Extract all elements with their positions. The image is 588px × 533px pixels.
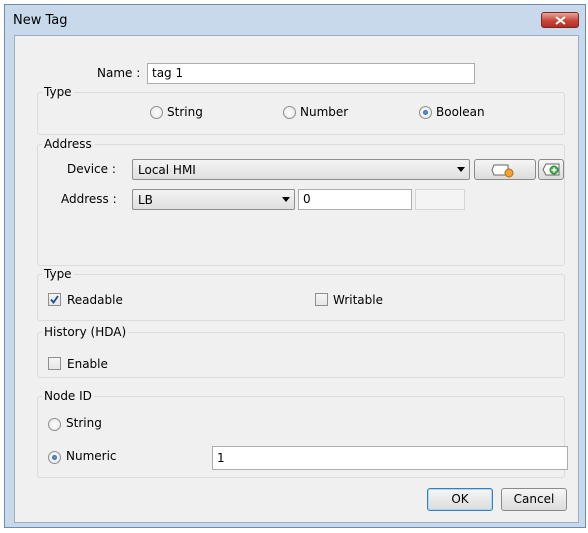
node-string-radio[interactable] [48, 418, 61, 431]
writable-label[interactable]: Writable [333, 293, 383, 307]
name-label: Name : [97, 66, 141, 80]
enable-history-checkbox[interactable] [48, 357, 61, 370]
address-input[interactable]: 0 [298, 189, 412, 210]
new-device-button[interactable] [538, 159, 564, 180]
dialog-body: Name : tag 1 Type String Number Boolean … [14, 35, 579, 523]
checkmark-icon [50, 295, 59, 304]
type-string-radio[interactable] [150, 106, 163, 119]
history-group-legend: History (HDA) [42, 325, 129, 339]
writable-checkbox[interactable] [315, 293, 328, 306]
address-extra-field [415, 189, 465, 210]
node-numeric-input[interactable]: 1 [212, 446, 568, 470]
node-numeric-label[interactable]: Numeric [66, 449, 117, 463]
device-label: Device : [67, 162, 116, 176]
type-string-label[interactable]: String [167, 105, 203, 119]
close-icon [555, 16, 566, 25]
close-button[interactable] [541, 12, 579, 28]
tag-settings-icon [491, 164, 514, 178]
name-input[interactable]: tag 1 [147, 63, 475, 84]
type-boolean-label[interactable]: Boolean [436, 105, 485, 119]
access-group-legend: Type [42, 267, 74, 281]
type-number-radio[interactable] [283, 106, 296, 119]
new-tag-dialog: New Tag Name : tag 1 Type String Number … [4, 4, 586, 528]
type-number-label[interactable]: Number [300, 105, 348, 119]
title-bar[interactable]: New Tag [5, 5, 585, 33]
node-numeric-radio[interactable] [48, 451, 61, 464]
readable-label[interactable]: Readable [67, 293, 123, 307]
node-id-group-legend: Node ID [42, 389, 94, 403]
chevron-down-icon [457, 167, 465, 172]
device-select-value: Local HMI [138, 163, 196, 177]
address-label: Address : [61, 192, 117, 206]
device-settings-button[interactable] [474, 159, 536, 180]
type-boolean-radio[interactable] [419, 106, 432, 119]
address-type-value: LB [138, 193, 153, 207]
node-string-label[interactable]: String [66, 416, 102, 430]
type-group-legend: Type [42, 85, 74, 99]
address-group-legend: Address [42, 137, 94, 151]
add-tag-icon [542, 163, 560, 176]
device-select[interactable]: Local HMI [132, 159, 470, 180]
address-type-select[interactable]: LB [132, 189, 295, 210]
ok-button[interactable]: OK [427, 488, 493, 511]
readable-checkbox[interactable] [48, 293, 61, 306]
chevron-down-icon [282, 197, 290, 202]
cancel-button[interactable]: Cancel [501, 488, 567, 511]
window-title: New Tag [13, 13, 68, 28]
enable-history-label[interactable]: Enable [67, 357, 108, 371]
